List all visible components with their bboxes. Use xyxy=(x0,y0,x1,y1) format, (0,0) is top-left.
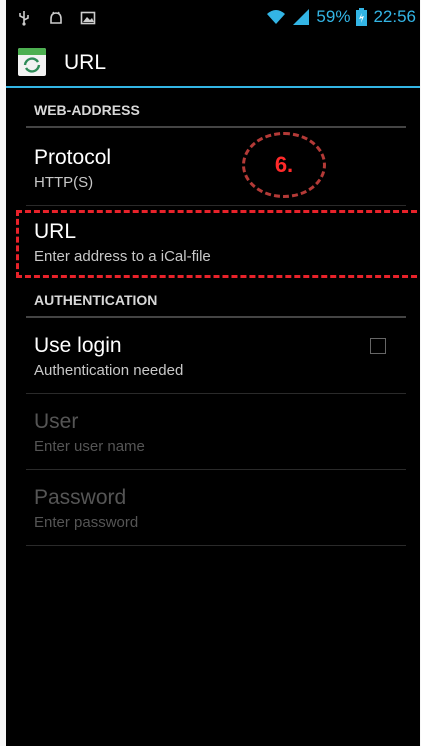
step-label: 6. xyxy=(274,152,294,177)
image-notification-icon xyxy=(80,11,96,25)
step-annotation: 6. xyxy=(242,132,326,198)
screen: 59% 22:56 URL WEB-ADDRESS Protocol HTTP(… xyxy=(6,0,420,746)
pref-title: Protocol xyxy=(34,146,112,169)
calendar-sync-icon[interactable] xyxy=(18,48,46,76)
section-label: AUTHENTICATION xyxy=(34,292,158,308)
battery-icon xyxy=(356,8,368,26)
pref-title: Use login xyxy=(34,334,122,357)
section-label: WEB-ADDRESS xyxy=(34,102,140,118)
pref-summary: Enter password xyxy=(34,514,139,531)
clock: 22:56 xyxy=(373,7,416,26)
section-header-web-address: WEB-ADDRESS xyxy=(26,94,406,128)
signal-icon xyxy=(293,9,310,25)
pref-title: User xyxy=(34,410,79,433)
battery-percent: 59% xyxy=(316,7,351,26)
pref-password: Password Enter password xyxy=(26,470,406,546)
android-debug-icon xyxy=(50,11,62,24)
pref-summary: HTTP(S) xyxy=(34,174,94,191)
pref-use-login[interactable]: Use login Authentication needed xyxy=(26,318,406,394)
page-title: URL xyxy=(64,51,107,74)
action-bar: URL xyxy=(6,38,420,88)
section-header-authentication: AUTHENTICATION xyxy=(26,284,406,318)
url-highlight-box xyxy=(16,210,420,278)
pref-title: Password xyxy=(34,486,127,509)
status-bar: 59% 22:56 xyxy=(6,0,420,38)
pref-user: User Enter user name xyxy=(26,394,406,470)
wifi-icon xyxy=(267,10,286,24)
pref-summary: Enter user name xyxy=(34,438,145,455)
pref-summary: Authentication needed xyxy=(34,362,184,379)
usb-icon xyxy=(19,11,29,26)
use-login-checkbox[interactable] xyxy=(370,338,386,354)
pref-protocol[interactable]: Protocol HTTP(S) xyxy=(26,130,406,206)
